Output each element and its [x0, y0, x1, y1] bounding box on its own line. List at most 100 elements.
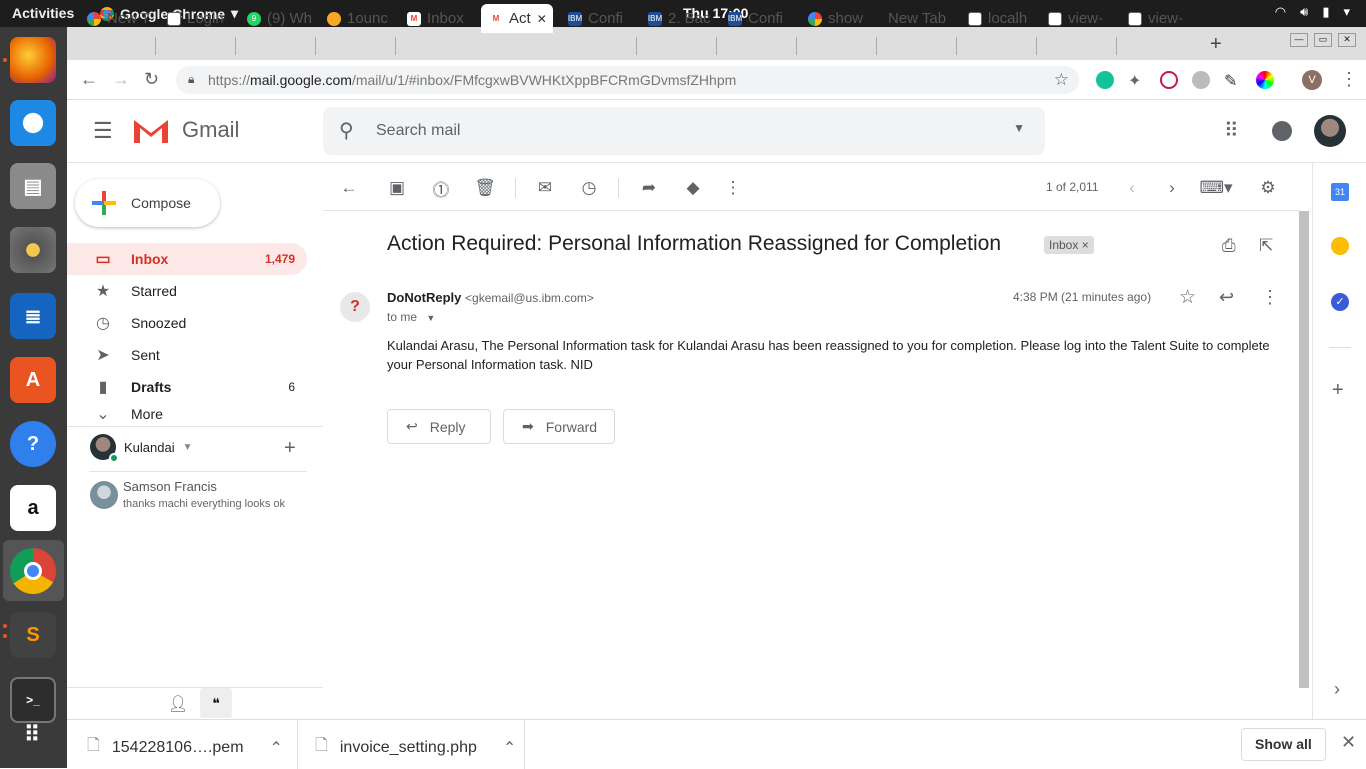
move-to-icon[interactable]: ➦: [638, 177, 660, 199]
forward-button[interactable]: ➡ Forward: [503, 409, 615, 444]
compose-button[interactable]: Compose: [75, 179, 220, 227]
nav-item-inbox[interactable]: ▭ Inbox 1,479: [67, 243, 307, 275]
nav-item-more[interactable]: ⌄ More: [67, 403, 307, 425]
get-addons-icon[interactable]: +: [1332, 379, 1344, 402]
tab[interactable]: localh: [960, 4, 1032, 33]
archive-icon[interactable]: ▣: [386, 177, 408, 199]
help-icon[interactable]: ?: [10, 421, 56, 467]
address-bar[interactable]: 🔒︎ https://mail.google.com/mail/u/1/#inb…: [176, 66, 1079, 94]
close-downloads-icon[interactable]: ✕: [1341, 732, 1356, 753]
maximize-icon[interactable]: ▭: [1314, 33, 1332, 47]
sender-name[interactable]: DoNotReply: [387, 290, 461, 305]
message-more-icon[interactable]: ⋮: [1261, 287, 1279, 308]
tab[interactable]: show: [800, 4, 872, 33]
older-icon[interactable]: ›: [1161, 177, 1183, 199]
search-input[interactable]: Search mail: [376, 122, 460, 140]
close-window-icon[interactable]: ✕: [1338, 33, 1356, 47]
delete-icon[interactable]: 🗑︎: [474, 177, 496, 199]
scrollbar[interactable]: [1299, 211, 1309, 688]
new-conversation-icon[interactable]: +: [284, 437, 296, 460]
inbox-label-chip[interactable]: Inbox ×: [1044, 236, 1094, 254]
recipient-line[interactable]: to me ▼: [387, 310, 435, 324]
input-tools-icon[interactable]: ⌨︎▾: [1199, 177, 1232, 199]
tab[interactable]: IBM 2. Bac: [640, 4, 712, 33]
tab[interactable]: 1ounc: [319, 4, 391, 33]
minimize-icon[interactable]: —: [1290, 33, 1308, 47]
reload-icon[interactable]: ↻: [144, 69, 159, 90]
tab[interactable]: New T: [79, 4, 151, 33]
nav-item-drafts[interactable]: ▮ Drafts 6: [67, 371, 307, 403]
extension-icon[interactable]: ✦: [1128, 71, 1146, 90]
more-options-icon[interactable]: ⋮: [722, 177, 744, 199]
expand-panel-icon[interactable]: ›: [1334, 679, 1340, 700]
search-options-icon[interactable]: ▼: [1013, 121, 1025, 135]
chevron-up-icon[interactable]: ⌃: [503, 738, 516, 758]
sublime-text-icon[interactable]: S: [10, 612, 56, 658]
open-new-window-icon[interactable]: ⇱: [1259, 236, 1273, 256]
tab[interactable]: M Act ✕: [481, 4, 553, 33]
eyedropper-extension-icon[interactable]: ✎: [1224, 71, 1242, 90]
thunderbird-icon[interactable]: [10, 100, 56, 146]
apps-grid-icon[interactable]: ⠿: [1224, 118, 1239, 143]
keep-icon[interactable]: [1331, 237, 1349, 255]
show-details-icon[interactable]: ▼: [426, 313, 435, 323]
newer-icon[interactable]: ‹: [1121, 177, 1143, 199]
search-box[interactable]: ⚲ Search mail ▼: [323, 107, 1045, 155]
remove-label-icon[interactable]: ×: [1082, 238, 1089, 252]
show-applications-icon[interactable]: ⠿: [10, 712, 56, 758]
settings-gear-icon[interactable]: ⚙︎: [1257, 177, 1279, 199]
tab[interactable]: IBM Confi: [720, 4, 792, 33]
close-tab-icon[interactable]: ✕: [537, 12, 547, 26]
extension-icon[interactable]: [1192, 71, 1210, 89]
grammarly-extension-icon[interactable]: [1096, 71, 1114, 89]
mark-unread-icon[interactable]: ✉︎: [534, 177, 556, 199]
forward-icon[interactable]: →: [112, 69, 130, 90]
contacts-icon[interactable]: 👤︎: [168, 694, 188, 714]
reply-button[interactable]: ↩ Reply: [387, 409, 491, 444]
tab[interactable]: view-: [1120, 4, 1192, 33]
firefox-icon[interactable]: [10, 37, 56, 83]
label-icon[interactable]: ◆: [682, 177, 704, 199]
download-item[interactable]: 🗋 invoice_setting.php ⌃: [315, 734, 516, 761]
nav-item-snoozed[interactable]: ◷ Snoozed: [67, 307, 307, 339]
chrome-menu-icon[interactable]: ⋮: [1340, 69, 1358, 90]
back-to-inbox-icon[interactable]: ←: [338, 177, 360, 199]
nav-item-sent[interactable]: ➤ Sent: [67, 339, 307, 371]
hangouts-contact[interactable]: Samson Francis thanks machi everything l…: [90, 479, 310, 515]
system-tray[interactable]: ◠ 🔊︎ ▮ ▾: [1275, 4, 1350, 20]
account-avatar[interactable]: [1314, 115, 1346, 147]
download-item[interactable]: 🗋 154228106….pem ⌃: [87, 734, 283, 761]
gmail-logo[interactable]: Gmail: [132, 116, 239, 144]
star-icon[interactable]: ☆: [1179, 286, 1196, 309]
tab[interactable]: M Inbox: [399, 4, 471, 33]
activities-button[interactable]: Activities: [12, 5, 74, 21]
notifications-icon[interactable]: [1272, 121, 1292, 141]
hangouts-user[interactable]: Kulandai ▼: [90, 434, 193, 463]
tab[interactable]: IBM Confi: [560, 4, 632, 33]
nav-item-starred[interactable]: ★ Starred: [67, 275, 307, 307]
profile-avatar[interactable]: V: [1302, 70, 1322, 90]
main-menu-icon[interactable]: ☰: [93, 118, 113, 144]
tasks-icon[interactable]: ✓: [1331, 293, 1349, 311]
hangouts-icon[interactable]: ❝: [200, 688, 232, 718]
print-icon[interactable]: ⎙: [1222, 236, 1236, 256]
tab[interactable]: New Tab: [880, 4, 952, 33]
amazon-icon[interactable]: a: [10, 485, 56, 531]
software-center-icon[interactable]: A: [10, 357, 56, 403]
bookmark-star-icon[interactable]: ☆: [1054, 70, 1069, 90]
search-icon[interactable]: ⚲: [339, 118, 354, 143]
chrome-dock-icon[interactable]: [10, 548, 56, 594]
snooze-icon[interactable]: ◷: [578, 177, 600, 199]
reply-icon[interactable]: ↩: [1219, 287, 1234, 308]
files-icon[interactable]: ▤: [10, 163, 56, 209]
report-spam-icon[interactable]: ⓵: [430, 177, 452, 200]
tab[interactable]: 9 (9) Wh: [239, 4, 311, 33]
show-all-button[interactable]: Show all: [1241, 728, 1326, 761]
tab[interactable]: Login: [159, 4, 231, 33]
back-icon[interactable]: ←: [80, 69, 98, 90]
chevron-up-icon[interactable]: ⌃: [270, 738, 283, 758]
calendar-icon[interactable]: 31: [1331, 183, 1349, 201]
writer-icon[interactable]: ≣: [10, 293, 56, 339]
tab[interactable]: view-: [1040, 4, 1112, 33]
color-extension-icon[interactable]: [1256, 71, 1274, 89]
